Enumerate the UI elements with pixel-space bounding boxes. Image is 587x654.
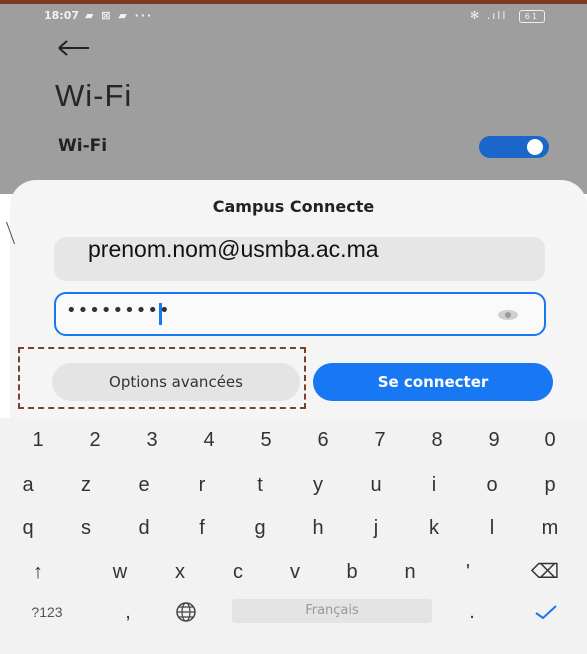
key-q[interactable]: q — [8, 508, 48, 548]
key-5[interactable]: 5 — [246, 420, 286, 460]
key-2[interactable]: 2 — [75, 420, 115, 460]
keyboard-row-2: q s d f g h j k l m — [0, 508, 587, 548]
connect-button[interactable]: Se connecter — [313, 363, 553, 401]
battery-icon: 61 — [518, 9, 545, 23]
key-s[interactable]: s — [66, 508, 106, 548]
screen: 18:07 ▰ ⊠ ▰ ··· ✻ .ıll 61 Wi-Fi Wi-Fi Ca… — [0, 0, 587, 654]
key-t[interactable]: t — [240, 465, 280, 505]
key-v[interactable]: v — [275, 552, 315, 592]
key-l[interactable]: l — [472, 508, 512, 548]
key-3[interactable]: 3 — [132, 420, 172, 460]
keyboard-row-1: a z e r t y u i o p — [0, 465, 587, 505]
status-bar: 18:07 ▰ ⊠ ▰ ··· ✻ .ıll 61 — [0, 4, 587, 28]
status-time: 18:07 — [44, 9, 80, 22]
symbols-key[interactable]: ?123 — [22, 592, 72, 632]
key-f[interactable]: f — [182, 508, 222, 548]
toggle-knob — [527, 139, 543, 155]
key-k[interactable]: k — [414, 508, 454, 548]
wifi-toggle[interactable] — [479, 136, 549, 158]
advanced-options-button[interactable]: Options avancées — [52, 363, 300, 401]
checkmark-icon[interactable] — [526, 592, 566, 632]
eye-icon[interactable] — [497, 306, 519, 320]
back-arrow-icon[interactable] — [57, 34, 97, 64]
key-a[interactable]: a — [8, 465, 48, 505]
key-9[interactable]: 9 — [474, 420, 514, 460]
key-y[interactable]: y — [298, 465, 338, 505]
key-r[interactable]: r — [182, 465, 222, 505]
key-b[interactable]: b — [332, 552, 372, 592]
navigation-bar — [0, 640, 587, 654]
key-n[interactable]: n — [390, 552, 430, 592]
keyboard-row-3: ↑ w x c v b n ' ⌫ — [0, 552, 587, 592]
backspace-icon[interactable]: ⌫ — [525, 552, 565, 592]
dialog-title: Campus Connecte — [212, 197, 375, 216]
key-i[interactable]: i — [414, 465, 454, 505]
key-6[interactable]: 6 — [303, 420, 343, 460]
key-j[interactable]: j — [356, 508, 396, 548]
key-u[interactable]: u — [356, 465, 396, 505]
key-x[interactable]: x — [160, 552, 200, 592]
key-g[interactable]: g — [240, 508, 280, 548]
wifi-row-label: Wi-Fi — [58, 136, 108, 156]
key-4[interactable]: 4 — [189, 420, 229, 460]
key-h[interactable]: h — [298, 508, 338, 548]
key-comma[interactable]: , — [108, 592, 148, 632]
key-e[interactable]: e — [124, 465, 164, 505]
key-d[interactable]: d — [124, 508, 164, 548]
key-1[interactable]: 1 — [18, 420, 58, 460]
signal-icons: ✻ .ıll — [470, 9, 508, 22]
key-0[interactable]: 0 — [530, 420, 570, 460]
page-title: Wi-Fi — [55, 78, 133, 113]
text-caret — [159, 303, 162, 325]
key-8[interactable]: 8 — [417, 420, 457, 460]
key-apostrophe[interactable]: ' — [448, 552, 488, 592]
identity-value: prenom.nom@usmba.ac.ma — [88, 236, 379, 262]
key-p[interactable]: p — [530, 465, 570, 505]
key-m[interactable]: m — [530, 508, 570, 548]
system-icons: ✻ .ıll 61 — [470, 9, 545, 23]
key-z[interactable]: z — [66, 465, 106, 505]
password-value: ••••••••• — [66, 300, 171, 321]
notification-icons: ▰ ⊠ ▰ ··· — [85, 9, 154, 22]
key-c[interactable]: c — [218, 552, 258, 592]
key-o[interactable]: o — [472, 465, 512, 505]
space-bar[interactable]: Français — [232, 599, 432, 623]
shift-icon[interactable]: ↑ — [18, 552, 58, 592]
key-w[interactable]: w — [100, 552, 140, 592]
key-period[interactable]: . — [452, 592, 492, 632]
key-7[interactable]: 7 — [360, 420, 400, 460]
keyboard-number-row: 1 2 3 4 5 6 7 8 9 0 — [0, 420, 587, 460]
globe-icon[interactable] — [166, 592, 206, 632]
